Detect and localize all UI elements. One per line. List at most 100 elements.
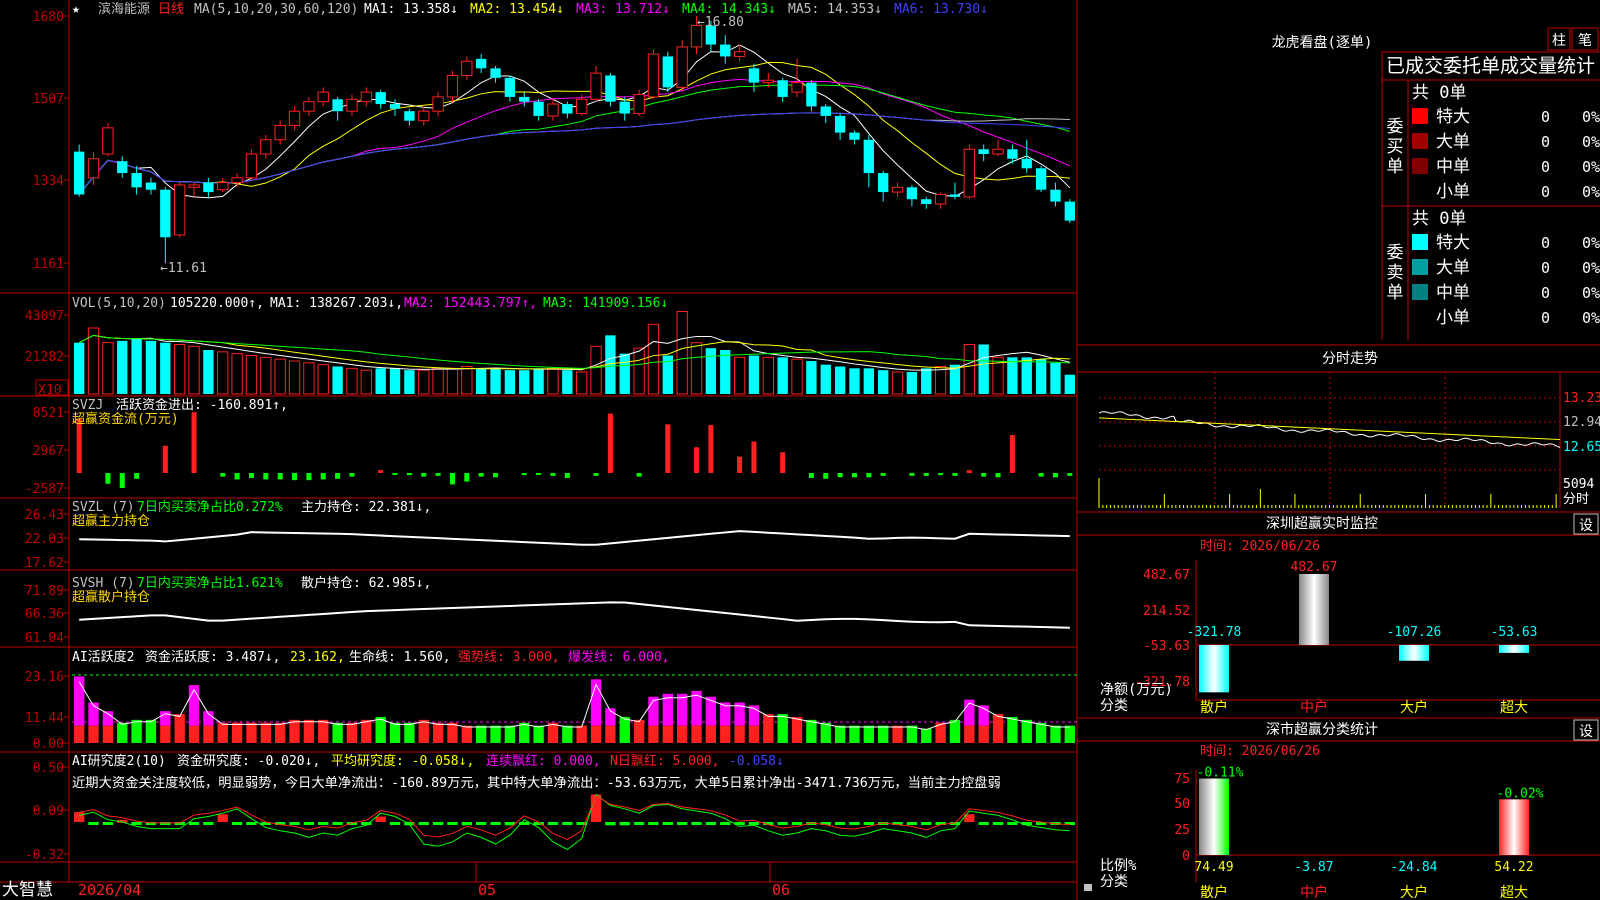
candle-body <box>849 132 860 140</box>
monitor-category: 大户 <box>1400 699 1428 716</box>
ma-params-label: MA(5,10,20,30,60,120) <box>194 2 358 17</box>
app-brand: 大智慧 <box>2 880 53 900</box>
volume-bar <box>418 369 430 395</box>
vol-ytick: 43097 <box>25 309 64 324</box>
activity-bar <box>949 719 961 743</box>
volume-bar <box>849 368 860 394</box>
volume-bar <box>375 368 386 394</box>
candle-body <box>1050 189 1061 202</box>
period-label[interactable]: 日线 <box>158 2 184 17</box>
vol-ma-value-1: MA1: 138267.203↓, <box>270 296 403 311</box>
activity-bar <box>231 722 243 743</box>
stats-value-label: -3.87 <box>1294 860 1333 875</box>
candle-body <box>432 96 444 112</box>
svsh-ytick: 66.36 <box>25 607 64 622</box>
candle-body <box>446 74 459 98</box>
activity-bar-base <box>691 725 702 743</box>
candle-body <box>203 182 214 193</box>
sell-row-name: 大单 <box>1436 258 1470 278</box>
candle-body <box>519 96 530 102</box>
buy-swatch <box>1412 133 1428 149</box>
stats-bar <box>1199 778 1229 855</box>
activity-bar-high <box>188 685 200 726</box>
volume-bar <box>131 339 142 394</box>
btn-column-chart-label[interactable]: 柱 <box>1552 33 1566 49</box>
research-bar <box>619 822 630 826</box>
candle-body <box>791 82 803 93</box>
candle-body <box>117 161 128 174</box>
monitor-bar <box>1299 574 1329 645</box>
fund-flow-bar <box>105 473 111 484</box>
volume-bar <box>1007 357 1018 394</box>
svzl-ytick: 22.03 <box>25 532 64 547</box>
activity-bar <box>246 722 257 743</box>
activity-bar-base <box>102 725 114 743</box>
buy-side-label: 单 <box>1387 157 1404 177</box>
volume-bar <box>963 344 975 395</box>
volume-bar <box>145 340 157 394</box>
volume-bar <box>87 327 100 395</box>
candle-body <box>346 98 358 112</box>
stock-name[interactable]: 滨海能源 <box>98 1 150 17</box>
svzj-ytick: -2587 <box>25 482 64 497</box>
stats-settings-label[interactable]: 设 <box>1579 724 1593 740</box>
sell-row-count: 0 <box>1541 284 1550 302</box>
volume-bar <box>906 372 918 394</box>
stats-category: 中户 <box>1300 884 1328 900</box>
stats-top-label: -0.02% <box>1497 786 1544 801</box>
candle-body <box>231 177 243 184</box>
activity-bar <box>633 719 645 743</box>
ma-value-1: MA1: 13.358↓ <box>364 2 458 17</box>
svzl-title: 超赢主力持仓 <box>72 513 150 529</box>
ma-line-2 <box>78 61 1070 195</box>
activity-bar <box>878 725 889 743</box>
intraday-title: 分时走势 <box>1322 351 1378 367</box>
volume-unit-label: X10 <box>38 383 61 398</box>
candle-body <box>992 148 1004 155</box>
ma-value-3: MA3: 13.712↓ <box>576 2 670 17</box>
fund-flow-bar <box>880 473 886 476</box>
sell-swatch <box>1412 259 1428 275</box>
favorite-star-icon[interactable]: ★ <box>72 2 80 17</box>
svsh-name: SVSH (7) <box>72 576 135 591</box>
monitor-ytick: 482.67 <box>1143 568 1190 583</box>
ma-value-6: MA6: 13.730↓ <box>894 2 988 17</box>
volume-bar <box>260 356 272 395</box>
volume-bar <box>777 357 788 394</box>
fund-flow-bar <box>406 473 412 476</box>
activity-bar <box>389 722 401 743</box>
buy-swatch <box>1412 158 1428 174</box>
monitor-settings-label[interactable]: 设 <box>1579 518 1593 534</box>
sell-row-count: 0 <box>1541 234 1550 252</box>
volume-bar <box>733 356 746 395</box>
candle-body <box>317 91 329 103</box>
stock-chart-canvas[interactable]: 1680 1507 1334 1161 ★ 滨海能源 日线 MA(5,10,20,30,60,… <box>0 0 1600 900</box>
fund-flow-bar <box>349 473 355 477</box>
ai1-strong: 强势线: 3.000, <box>458 649 560 665</box>
fund-flow-bar <box>191 412 197 473</box>
btn-tick-label[interactable]: 笔 <box>1578 33 1592 49</box>
volume-bar <box>834 366 846 394</box>
candle-body <box>949 194 961 197</box>
volume-bar <box>1021 357 1032 394</box>
research-bar <box>418 822 429 825</box>
candle-body <box>1021 158 1032 169</box>
activity-bar <box>490 725 501 743</box>
activity-bar-high <box>74 676 85 726</box>
research-bar <box>217 814 228 822</box>
fund-flow-bar <box>593 473 599 476</box>
activity-bar-base <box>720 725 731 743</box>
activity-bar <box>275 722 286 743</box>
buy-row-name: 特大 <box>1436 107 1470 127</box>
volume-bar <box>576 371 588 395</box>
buy-row-pct: 0% <box>1582 158 1600 176</box>
activity-bar <box>418 719 429 743</box>
fund-flow-bar <box>493 473 499 478</box>
volume-bar <box>174 344 186 395</box>
candle-body <box>274 124 286 141</box>
main-ytick: 1334 <box>33 174 64 189</box>
research-bar <box>88 822 99 825</box>
intraday-vol-label: 5094 <box>1563 477 1594 492</box>
candle-body <box>934 193 947 205</box>
sell-swatch <box>1412 234 1428 250</box>
